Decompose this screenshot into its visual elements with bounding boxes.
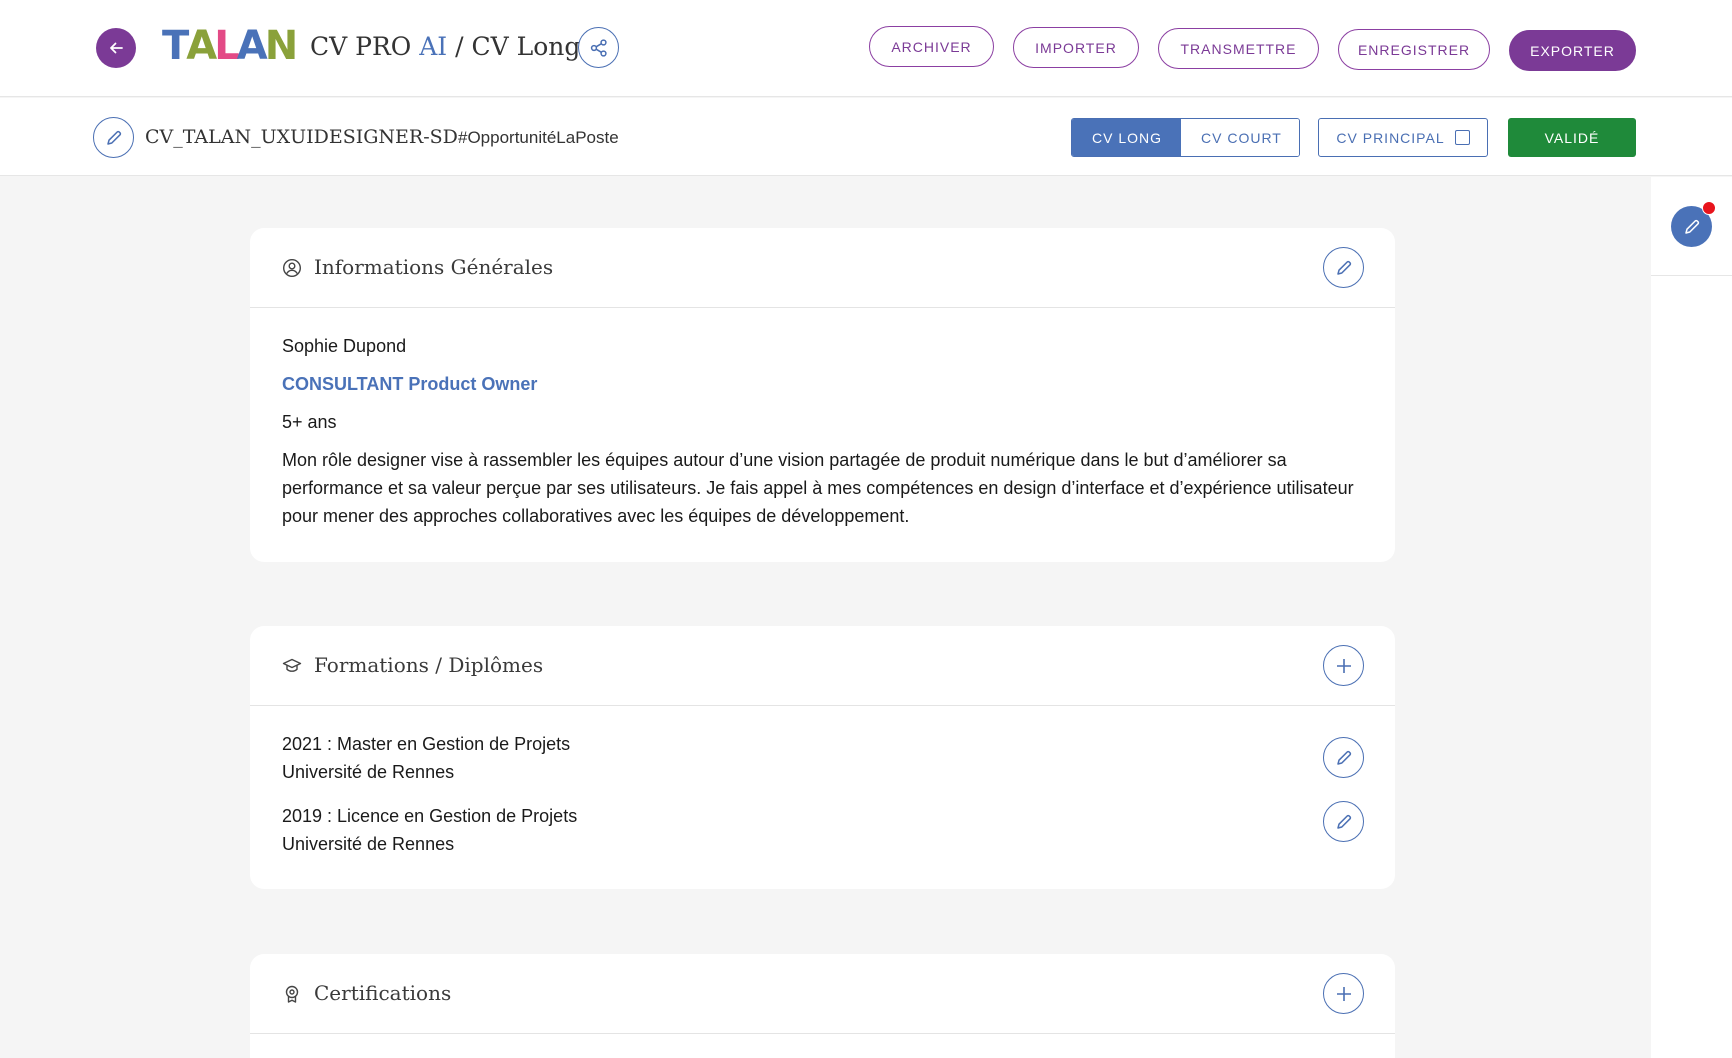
share-button[interactable]: [578, 27, 619, 68]
page-title-ai: AI: [419, 32, 448, 61]
edit-infos-button[interactable]: [1323, 247, 1364, 288]
card-informations-generales: Informations Générales Sophie Dupond CON…: [250, 228, 1395, 562]
logo-letter: A: [236, 23, 268, 69]
card-header: Informations Générales: [250, 228, 1395, 308]
formation-school: Université de Rennes: [282, 762, 455, 782]
pencil-icon: [1336, 260, 1351, 275]
cv-principal-label: CV PRINCIPAL: [1336, 129, 1445, 146]
archiver-button[interactable]: ARCHIVER: [869, 26, 994, 67]
cv-type-toggle: CV LONG CV COURT: [1071, 118, 1300, 157]
logo-letter: N: [264, 23, 299, 69]
award-icon: [282, 984, 302, 1004]
cv-file-name: CV_TALAN_UXUIDESIGNER-SD: [145, 126, 458, 148]
opportunity-hashtag[interactable]: #OpportunitéLaPoste: [458, 128, 619, 148]
consultant-role: CONSULTANT Product Owner: [282, 374, 538, 394]
logo-letter: T: [162, 23, 189, 69]
card-certifications: Certifications: [250, 954, 1395, 1058]
arrow-left-icon: [110, 42, 123, 54]
cv-principal-checkbox[interactable]: [1454, 130, 1470, 145]
notification-dot: [1702, 201, 1716, 215]
section-title: Certifications: [314, 981, 452, 1005]
formation-title: 2019 : Licence en Gestion de Projets: [282, 806, 578, 826]
importer-button[interactable]: IMPORTER: [1013, 27, 1139, 68]
tab-cv-court[interactable]: CV COURT: [1181, 119, 1299, 156]
tab-cv-long[interactable]: CV LONG: [1072, 119, 1181, 156]
plus-icon: [1336, 658, 1351, 673]
rename-button[interactable]: [93, 117, 134, 158]
section-title: Formations / Diplômes: [314, 653, 544, 677]
top-header: T A L A N CV PRO AI / CV Long ARCHIVER I…: [0, 0, 1732, 97]
pencil-icon: [1336, 750, 1351, 765]
section-title: Informations Générales: [314, 255, 554, 279]
consultant-name: Sophie Dupond: [282, 336, 407, 356]
graduation-cap-icon: [282, 656, 302, 676]
edit-formation-button[interactable]: [1323, 801, 1364, 842]
consultant-bio: Mon rôle designer vise à rassembler les …: [282, 450, 1354, 526]
add-formation-button[interactable]: [1323, 645, 1364, 686]
card-header: Formations / Diplômes: [250, 626, 1395, 706]
enregistrer-button[interactable]: ENREGISTRER: [1338, 29, 1490, 70]
logo-letter: L: [214, 23, 239, 69]
experience-years: 5+ ans: [282, 412, 337, 432]
formation-title: 2021 : Master en Gestion de Projets: [282, 734, 571, 754]
add-certification-button[interactable]: [1323, 973, 1364, 1014]
pencil-icon: [106, 130, 121, 145]
talan-logo: T A L A N: [162, 23, 299, 69]
card-formations: Formations / Diplômes 2021 : Master en G…: [250, 626, 1395, 889]
page-title-prefix: CV PRO: [310, 32, 420, 61]
formation-school: Université de Rennes: [282, 834, 455, 854]
edit-formation-button[interactable]: [1323, 737, 1364, 778]
back-button[interactable]: [96, 28, 136, 68]
plus-icon: [1336, 986, 1351, 1001]
page-title: CV PRO AI / CV Long: [310, 32, 580, 61]
validate-button[interactable]: VALIDÉ: [1508, 118, 1636, 157]
user-circle-icon: [282, 258, 302, 278]
cv-principal-toggle[interactable]: CV PRINCIPAL: [1318, 118, 1488, 157]
pencil-icon: [1336, 814, 1351, 829]
right-rail: [1651, 177, 1732, 1058]
pencil-icon: [1684, 219, 1699, 234]
transmettre-button[interactable]: TRANSMETTRE: [1158, 28, 1319, 69]
document-bar: CV_TALAN_UXUIDESIGNER-SD #OpportunitéLaP…: [0, 98, 1732, 176]
rail-divider: [1651, 275, 1732, 276]
logo-letter: A: [186, 23, 217, 69]
exporter-button[interactable]: EXPORTER: [1509, 30, 1636, 71]
share-icon: [590, 38, 607, 57]
page-title-suffix: / CV Long: [447, 32, 581, 61]
card-header: Certifications: [250, 954, 1395, 1034]
